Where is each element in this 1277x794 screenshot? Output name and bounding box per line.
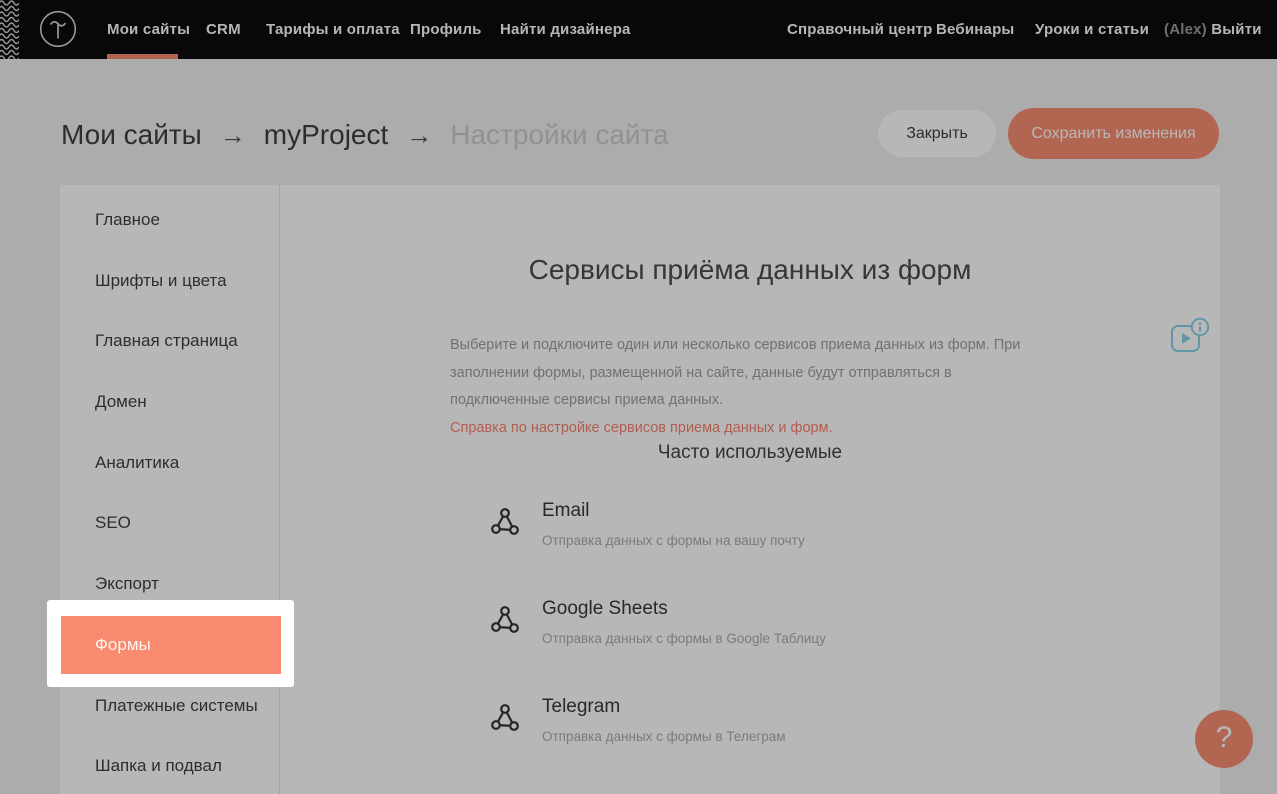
sidebar-item-forms-active[interactable]: Формы [61, 616, 281, 674]
forms-spotlight: Формы [47, 600, 294, 687]
page: Мои сайты CRM Тарифы и оплата Профиль На… [0, 0, 1277, 794]
